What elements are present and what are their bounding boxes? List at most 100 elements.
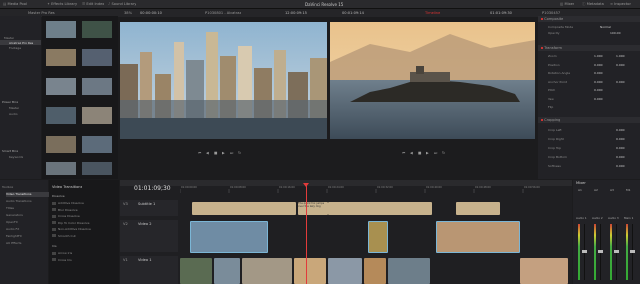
effects-list-item[interactable]: Cross Dissolve [52,214,116,219]
fader-knob[interactable] [582,250,587,253]
clip-thumbnail[interactable] [82,136,112,153]
effects-tree-item[interactable]: Audio Transitions [6,199,50,204]
video-clip[interactable] [364,258,386,284]
track-header-v1[interactable]: V1 Video 1 [120,256,178,284]
playhead-handle[interactable] [303,183,309,187]
source-viewer[interactable] [120,22,327,139]
effects-tree-item[interactable]: Generators [6,213,50,218]
clip-thumbnail[interactable] [46,78,76,95]
crop-value[interactable]: 0.000 [616,137,625,141]
crop-value[interactable]: 0.000 [616,155,625,159]
transform-value-a[interactable]: 0.000 [594,80,603,84]
bin-item-alcatraz[interactable]: Alcatraz Pro Res [9,41,33,45]
composite-mode-select[interactable]: Normal [600,25,611,29]
subtitle-clip[interactable] [192,202,296,215]
source-clip-name[interactable]: P1030801 - Alcatraz [205,11,241,15]
fader-knob[interactable] [598,250,603,253]
video-clip[interactable] [180,258,212,284]
track-header-v3[interactable]: V3 Subtitle 1 [120,200,178,216]
power-bin-audio[interactable]: Audio [9,112,18,116]
skip-forward-icon[interactable]: ⏭ [230,151,233,155]
clip-thumbnail[interactable] [46,49,76,66]
crop-value[interactable]: 0.000 [616,128,625,132]
tl-play-reverse-icon[interactable]: ◀ [410,151,413,155]
transform-value-a[interactable]: 1.000 [594,54,603,58]
transform-value-b[interactable]: 0.000 [616,63,625,67]
zoom-level[interactable]: 38% [124,11,132,15]
effects-list-item[interactable]: Smooth Cut [52,234,116,239]
cropping-header[interactable]: Cropping [541,118,560,122]
crop-value[interactable]: 0.000 [616,164,625,168]
video-clip[interactable] [436,221,520,253]
clip-thumbnail[interactable] [82,78,112,95]
bin-item-footage[interactable]: Footage [9,46,21,50]
timeline-ruler[interactable]: 01:00:00:00 01:00:08:00 01:00:16:00 01:00:2… [180,183,572,193]
video-clip[interactable] [520,258,568,284]
subtitle-clip[interactable] [456,202,500,215]
timeline-name[interactable]: Timeline [425,11,440,15]
effects-tree-item[interactable]: Titles [6,206,50,211]
video-clip[interactable] [388,258,430,284]
transform-value-a[interactable]: 0.000 [594,71,603,75]
tl-skip-back-icon[interactable]: ⏮ [402,151,405,155]
composite-header[interactable]: Composite [541,17,563,21]
effects-list-item[interactable]: Dip To Color Dissolve [52,221,116,226]
tl-skip-forward-icon[interactable]: ⏭ [434,151,437,155]
effects-tree-item[interactable]: OpenFX [6,220,50,225]
subtitle-clip[interactable] [328,202,432,215]
video-clip[interactable] [242,258,292,284]
video-clip[interactable] [328,258,362,284]
fader-knob[interactable] [630,250,635,253]
playhead[interactable] [306,184,307,284]
bin-selector[interactable]: Master Pro Res [28,11,55,15]
clip-thumbnail[interactable] [82,107,112,124]
loop-icon[interactable]: ↻ [238,151,241,155]
opacity-value[interactable]: 100.00 [610,31,621,35]
effects-tree-item[interactable]: Toolbox [2,185,46,190]
video-clip[interactable] [368,221,388,253]
inspector-tab[interactable]: ≡ Inspector [610,2,631,6]
timeline-viewer[interactable] [330,22,535,139]
skip-back-icon[interactable]: ⏮ [198,151,201,155]
effects-library-tab[interactable]: ✦ Effects Library [47,2,77,6]
effects-list-item[interactable]: Cross Iris [52,258,116,263]
clip-thumbnail[interactable] [82,21,112,38]
effects-tree-item[interactable]: FairlightFX [6,234,50,239]
play-icon[interactable]: ▶ [222,151,225,155]
transform-value-b[interactable]: 0.000 [616,80,625,84]
mixer-tab[interactable]: ▥ Mixer [560,2,574,6]
effects-tree-item[interactable]: Video Transitions [6,192,50,197]
effects-list-item[interactable]: Arrow Iris [52,251,116,256]
crop-value[interactable]: 0.000 [616,146,625,150]
clip-thumbnail[interactable] [46,21,76,38]
effects-tree-item[interactable]: AU Effects [6,241,50,246]
clip-thumbnail[interactable] [82,49,112,66]
tl-loop-icon[interactable]: ↻ [442,151,445,155]
metadata-tab[interactable]: ⓘ Metadata [582,2,604,7]
stop-icon[interactable]: ■ [214,151,217,155]
video-clip[interactable] [294,258,326,284]
video-clip[interactable] [190,221,268,253]
clip-thumbnail[interactable] [46,162,76,175]
transform-value-b[interactable]: 1.000 [616,54,625,58]
effects-list-item[interactable]: Additive Dissolve [52,201,116,206]
sound-library-tab[interactable]: ♪ Sound Library [108,2,136,6]
effects-list-item[interactable]: Non-Additive Dissolve [52,227,116,232]
video-clip[interactable] [214,258,240,284]
transform-value-a[interactable]: 0.000 [594,88,603,92]
track-header-v2[interactable]: V2 Video 2 [120,220,178,252]
effects-tree-item[interactable]: Audio FX [6,227,50,232]
smart-bin-keywords[interactable]: Keywords [9,155,23,159]
fader-knob[interactable] [614,250,619,253]
play-reverse-icon[interactable]: ◀ [206,151,209,155]
transform-value-a[interactable]: 0.000 [594,63,603,67]
transform-header[interactable]: Transform [541,46,562,50]
clip-thumbnail[interactable] [46,136,76,153]
media-pool-tab[interactable]: ▤ Media Pool [3,2,27,6]
tl-stop-icon[interactable]: ■ [418,151,421,155]
power-bin-master[interactable]: Master [9,106,19,110]
clip-thumbnail[interactable] [46,107,76,124]
clip-thumbnail[interactable] [82,162,112,175]
effects-list-item[interactable]: Blur Dissolve [52,208,116,213]
transform-value-a[interactable]: 0.000 [594,97,603,101]
